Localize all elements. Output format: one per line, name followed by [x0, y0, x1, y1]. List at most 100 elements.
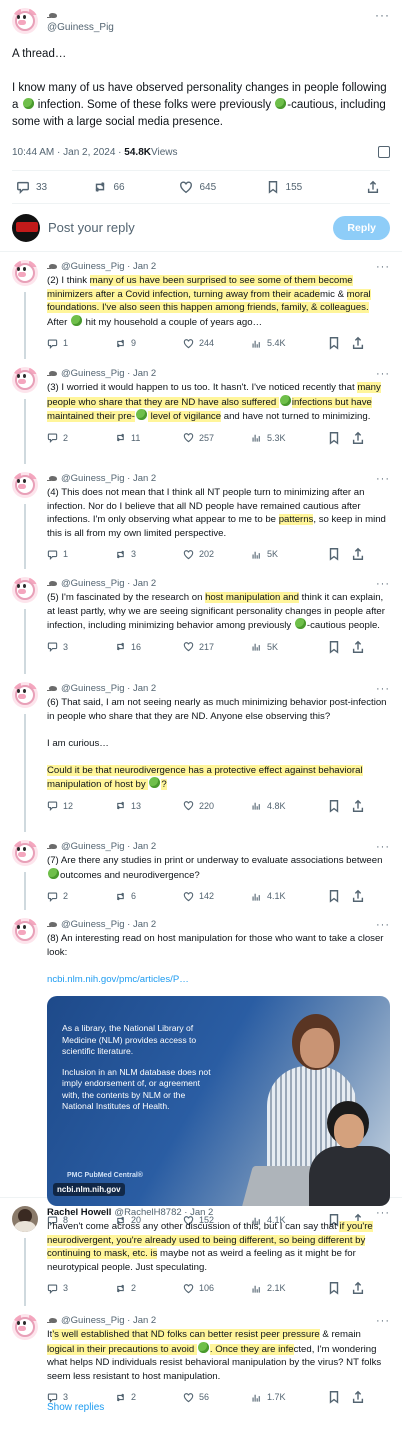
author-handle[interactable]: @Guiness_Pig	[61, 368, 125, 379]
author-avatar[interactable]	[12, 1314, 38, 1340]
share-icon[interactable]	[351, 799, 365, 813]
author-avatar[interactable]	[12, 367, 38, 393]
reply-button[interactable]: 3	[47, 1283, 115, 1294]
bookmark-icon[interactable]	[327, 431, 341, 445]
share-icon[interactable]	[351, 547, 365, 561]
repost-button[interactable]: 3	[115, 549, 183, 560]
share-icon[interactable]	[351, 431, 365, 445]
reply-button[interactable]: 1	[47, 338, 115, 349]
bookmark-icon[interactable]	[327, 336, 341, 350]
like-button[interactable]: 142	[183, 891, 251, 902]
like-button[interactable]: 217	[183, 641, 251, 652]
like-button[interactable]: 244	[183, 338, 251, 349]
bookmark-icon[interactable]	[327, 889, 341, 903]
thread-tweet[interactable]: @Guiness_Pig · Jan 2 ··· (3) I worried it…	[0, 359, 402, 464]
author-avatar[interactable]	[12, 472, 38, 498]
author-handle[interactable]: @Guiness_Pig	[61, 261, 125, 272]
thread-tweet[interactable]: @Guiness_Pig · Jan 2 ··· (2) I think many…	[0, 252, 402, 359]
more-options-icon[interactable]: ···	[376, 261, 390, 273]
share-icon[interactable]	[351, 889, 365, 903]
author-avatar[interactable]	[12, 682, 38, 708]
share-icon[interactable]	[351, 336, 365, 350]
post-date[interactable]: · Jan 2	[127, 261, 156, 272]
like-button[interactable]: 645	[179, 180, 265, 194]
like-button[interactable]: 257	[183, 432, 251, 443]
thread-tweet[interactable]: @Guiness_Pig · Jan 2 ··· (5) I'm fascinat…	[0, 569, 402, 674]
more-options-icon[interactable]: ···	[376, 841, 390, 853]
bookmark-icon[interactable]	[327, 1390, 341, 1404]
repost-button[interactable]: 9	[115, 338, 183, 349]
author-avatar[interactable]	[12, 260, 38, 286]
bookmark-icon[interactable]	[327, 640, 341, 654]
reply-submit-button[interactable]: Reply	[333, 215, 390, 240]
author-handle[interactable]: @Guiness_Pig	[47, 22, 114, 33]
reply-button[interactable]: 33	[12, 180, 93, 194]
like-button[interactable]: 56	[183, 1392, 251, 1403]
like-button[interactable]: 202	[183, 549, 251, 560]
more-options-icon[interactable]: ···	[376, 578, 390, 590]
thread-tweet[interactable]: @Guiness_Pig · Jan 2 ··· (4) This does no…	[0, 464, 402, 569]
more-options-icon[interactable]: ···	[376, 368, 390, 380]
reply-button[interactable]: 3	[47, 641, 115, 652]
post-date[interactable]: · Jan 2	[127, 578, 156, 589]
post-date[interactable]: · Jan 2	[127, 368, 156, 379]
author-info[interactable]: @Guiness_Pig	[47, 11, 114, 33]
thread-tweet[interactable]: @Guiness_Pig · Jan 2 ··· (6) That said, I…	[0, 674, 402, 832]
author-avatar[interactable]	[12, 840, 38, 866]
reply-button[interactable]: 3	[47, 1392, 115, 1403]
link-preview-card[interactable]: As a library, the National Library of Me…	[47, 996, 390, 1206]
author-handle[interactable]: @Guiness_Pig	[61, 919, 125, 930]
like-button[interactable]: 106	[183, 1283, 251, 1294]
more-options-icon[interactable]: ···	[376, 919, 390, 931]
repost-button[interactable]: 6	[115, 891, 183, 902]
analytics-icon[interactable]	[378, 146, 390, 158]
repost-button[interactable]: 2	[115, 1392, 183, 1403]
author-handle[interactable]: @RachelH8782 · Jan 2	[114, 1207, 213, 1218]
timestamp[interactable]: 10:44 AM · Jan 2, 2024 ·	[12, 147, 122, 158]
views-button[interactable]: 5K	[251, 641, 319, 652]
repost-button[interactable]: 11	[115, 432, 183, 443]
author-handle[interactable]: @Guiness_Pig	[61, 841, 125, 852]
repost-button[interactable]: 66	[93, 180, 179, 194]
views-button[interactable]: 5.4K	[251, 338, 319, 349]
views-button[interactable]: 4.8K	[251, 800, 319, 811]
author-name[interactable]: Rachel Howell	[47, 1207, 111, 1218]
views-button[interactable]: 4.1K	[251, 891, 319, 902]
more-options-icon[interactable]: ···	[376, 1315, 390, 1327]
author-handle[interactable]: @Guiness_Pig	[61, 578, 125, 589]
author-handle[interactable]: @Guiness_Pig	[61, 473, 125, 484]
views-button[interactable]: 1.7K	[251, 1392, 319, 1403]
reply-button[interactable]: 12	[47, 800, 115, 811]
author-avatar[interactable]	[12, 577, 38, 603]
reply-button[interactable]: 2	[47, 432, 115, 443]
post-date[interactable]: · Jan 2	[127, 841, 156, 852]
author-avatar[interactable]	[12, 1206, 38, 1232]
repost-button[interactable]: 13	[115, 800, 183, 811]
post-date[interactable]: · Jan 2	[127, 683, 156, 694]
views-button[interactable]: 5.3K	[251, 432, 319, 443]
bookmark-icon[interactable]	[327, 547, 341, 561]
bookmark-icon[interactable]	[327, 799, 341, 813]
bookmark-icon[interactable]	[327, 1281, 341, 1295]
share-icon[interactable]	[351, 1281, 365, 1295]
more-options-icon[interactable]: ···	[376, 473, 390, 485]
repost-button[interactable]: 16	[115, 641, 183, 652]
bookmark-button[interactable]: 155	[266, 180, 352, 194]
author-avatar[interactable]	[12, 8, 38, 34]
thread-tweet[interactable]: @Guiness_Pig · Jan 2 ··· (7) Are there an…	[0, 832, 402, 910]
share-icon[interactable]	[351, 640, 365, 654]
share-icon[interactable]	[351, 1390, 365, 1404]
views-button[interactable]: 5K	[251, 549, 319, 560]
share-button[interactable]	[352, 180, 390, 194]
more-options-icon[interactable]: ···	[376, 683, 390, 695]
like-button[interactable]: 220	[183, 800, 251, 811]
views-button[interactable]: 2.1K	[251, 1283, 319, 1294]
reply-input[interactable]: Post your reply	[48, 220, 135, 235]
author-avatar[interactable]	[12, 918, 38, 944]
author-handle[interactable]: @Guiness_Pig	[61, 1315, 125, 1326]
reply-button[interactable]: 2	[47, 891, 115, 902]
more-options-icon[interactable]: ···	[376, 1207, 390, 1219]
reply-tweet[interactable]: @Guiness_Pig · Jan 2 ··· It's well establ…	[0, 1306, 402, 1404]
author-handle[interactable]: @Guiness_Pig	[61, 683, 125, 694]
repost-button[interactable]: 2	[115, 1283, 183, 1294]
